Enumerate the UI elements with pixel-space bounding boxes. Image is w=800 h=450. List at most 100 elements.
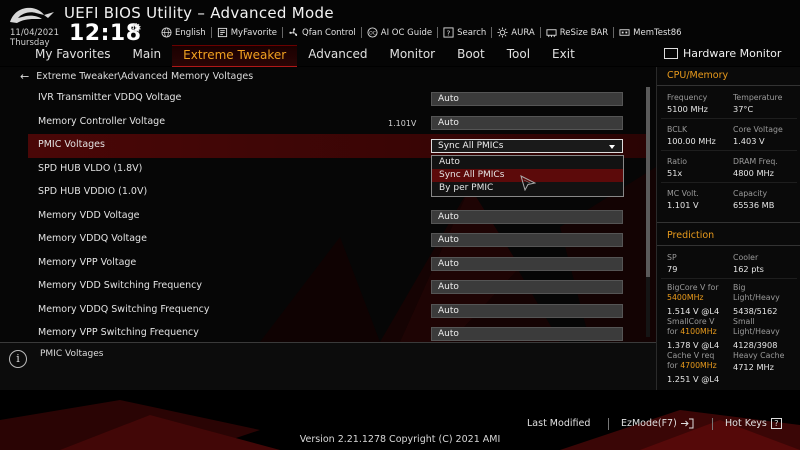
monitor-icon [664, 48, 678, 59]
setting-memory-controller-voltage[interactable]: Memory Controller Voltage 1.101V Auto [28, 111, 648, 135]
toolbar-qfan[interactable]: Qfan Control [283, 27, 362, 38]
exit-arrow-icon [680, 418, 694, 429]
frequency-value: 5100 MHz [667, 104, 708, 114]
mouse-cursor-icon [520, 175, 536, 191]
setting-memory-vpp-switching-frequency[interactable]: Memory VPP Switching Frequency Auto [28, 322, 648, 342]
favorite-icon [217, 27, 227, 38]
tab-main[interactable]: Main [121, 45, 172, 67]
tab-my-favorites[interactable]: My Favorites [0, 45, 121, 67]
ezmode-button[interactable]: EzMode(F7) [621, 418, 694, 429]
big-light-heavy-value: 5438/5162 [733, 306, 778, 316]
back-arrow-icon[interactable]: ← [20, 70, 29, 83]
cache-label-line-2: for 4700MHz [667, 361, 717, 371]
tab-monitor[interactable]: Monitor [378, 45, 446, 67]
gear-icon[interactable]: ⚙ [131, 21, 142, 35]
breadcrumb-text: Extreme Tweaker\Advanced Memory Voltages [36, 71, 254, 82]
setting-value[interactable]: Auto [431, 209, 623, 224]
setting-value[interactable]: Auto [431, 92, 623, 106]
toolbar-memtest86[interactable]: MemTest86 [614, 27, 686, 38]
tab-boot[interactable]: Boot [446, 45, 496, 67]
toolbar-memtest86-label: MemTest86 [633, 27, 682, 38]
setting-value[interactable]: Auto [431, 280, 623, 294]
setting-label: SPD HUB VDDIO (1.0V) [38, 186, 148, 197]
setting-memory-vpp-voltage[interactable]: Memory VPP Voltage Auto [28, 252, 648, 276]
small-light-heavy-value: 4128/3908 [733, 340, 778, 350]
setting-label: Memory VPP Voltage [38, 256, 137, 268]
setting-ivr-transmitter-vddq[interactable]: IVR Transmitter VDDQ Voltage Auto [28, 87, 648, 111]
toolbar-english[interactable]: English [156, 27, 212, 38]
setting-memory-vddq-voltage[interactable]: Memory VDDQ Voltage Auto [28, 228, 648, 252]
scrollbar-thumb[interactable] [646, 87, 650, 277]
setting-value[interactable]: Auto [431, 256, 623, 271]
setting-label: Memory VDDQ Switching Frequency [38, 303, 210, 315]
bclk-label: BCLK [667, 125, 688, 134]
sp-value: 79 [667, 264, 678, 274]
small-label-line-2: Light/Heavy [733, 327, 780, 336]
big-label-line: Big [733, 283, 746, 292]
header: UEFI BIOS Utility – Advanced Mode 11/04/… [0, 0, 800, 67]
help-bar: i PMIC Voltages [0, 342, 656, 390]
globe-icon [161, 27, 172, 38]
hot-keys-button[interactable]: Hot Keys ? [725, 418, 782, 429]
toolbar-myfavorite[interactable]: MyFavorite [212, 27, 284, 38]
hardware-monitor-title: Hardware Monitor [664, 47, 781, 60]
tab-tool[interactable]: Tool [496, 45, 541, 67]
dropdown-option-auto[interactable]: Auto [432, 156, 623, 169]
setting-memory-vdd-voltage[interactable]: Memory VDD Voltage Auto [28, 205, 648, 229]
cache-for: for [667, 361, 678, 370]
toolbar-aura[interactable]: AURA [492, 27, 541, 38]
settings-scrollbar[interactable] [646, 87, 650, 337]
setting-label: SPD HUB VLDO (1.8V) [38, 162, 143, 174]
tab-extreme-tweaker[interactable]: Extreme Tweaker [172, 45, 298, 67]
setting-value[interactable]: Auto [431, 115, 623, 130]
pmic-voltages-select[interactable]: Sync All PMICs [431, 139, 623, 153]
cooler-label: Cooler [733, 253, 759, 262]
setting-label: Memory VDDQ Voltage [38, 233, 147, 244]
toolbar: English MyFavorite Qfan Control OC AI OC… [156, 27, 687, 39]
dram-freq-label: DRAM Freq. [733, 157, 778, 166]
setting-memory-vdd-switching-frequency[interactable]: Memory VDD Switching Frequency Auto [28, 275, 648, 299]
section-divider [657, 245, 800, 246]
row-divider [661, 118, 797, 119]
search-icon: ? [443, 27, 454, 38]
fan-icon [289, 28, 298, 36]
sp-label: SP [667, 253, 677, 262]
heavy-cache-value: 4712 MHz [733, 362, 774, 372]
toolbar-resize-bar[interactable]: ReSize BAR [541, 27, 615, 38]
toolbar-ai-oc-guide[interactable]: OC AI OC Guide [362, 27, 439, 38]
main-nav: My Favorites Main Extreme Tweaker Advanc… [0, 45, 586, 67]
toolbar-search[interactable]: ? Search [438, 27, 493, 38]
setting-pmic-voltages[interactable]: PMIC Voltages Sync All PMICs [28, 134, 648, 158]
setting-memory-vddq-switching-frequency[interactable]: Memory VDDQ Switching Frequency Auto [28, 299, 648, 323]
bigcore-value: 1.514 V @L4 [667, 306, 720, 316]
row-divider [661, 182, 797, 183]
tab-exit[interactable]: Exit [541, 45, 586, 67]
setting-label: Memory Controller Voltage [38, 115, 166, 127]
svg-text:?: ? [447, 28, 451, 37]
ratio-label: Ratio [667, 157, 688, 166]
breadcrumb[interactable]: ← Extreme Tweaker\Advanced Memory Voltag… [20, 70, 253, 83]
memtest-icon [619, 29, 630, 36]
core-voltage-value: 1.403 V [733, 136, 765, 146]
row-divider [661, 150, 797, 151]
app-title: UEFI BIOS Utility – Advanced Mode [64, 4, 334, 22]
temperature-label: Temperature [733, 93, 783, 102]
ezmode-label: EzMode(F7) [621, 418, 677, 429]
tab-advanced[interactable]: Advanced [297, 45, 378, 67]
last-modified-button[interactable]: Last Modified [527, 418, 590, 429]
chevron-down-icon [609, 145, 615, 149]
cache-label: Cache V req for 4700MHz [667, 351, 717, 371]
setting-label: PMIC Voltages [38, 139, 105, 150]
heavy-cache-label: Heavy Cache [733, 351, 785, 360]
footer-separator [608, 418, 609, 430]
toolbar-search-label: Search [457, 27, 487, 38]
toolbar-qfan-label: Qfan Control [302, 27, 356, 38]
small-light-heavy-label: Small Light/Heavy [733, 317, 780, 337]
info-icon: i [9, 350, 27, 368]
setting-value[interactable]: Auto [431, 327, 623, 341]
setting-value[interactable]: Auto [431, 233, 623, 247]
setting-value[interactable]: Auto [431, 303, 623, 318]
help-key-icon: ? [770, 418, 782, 429]
hardware-monitor-title-text: Hardware Monitor [683, 47, 782, 60]
measured-voltage: 1.101V [388, 118, 417, 128]
